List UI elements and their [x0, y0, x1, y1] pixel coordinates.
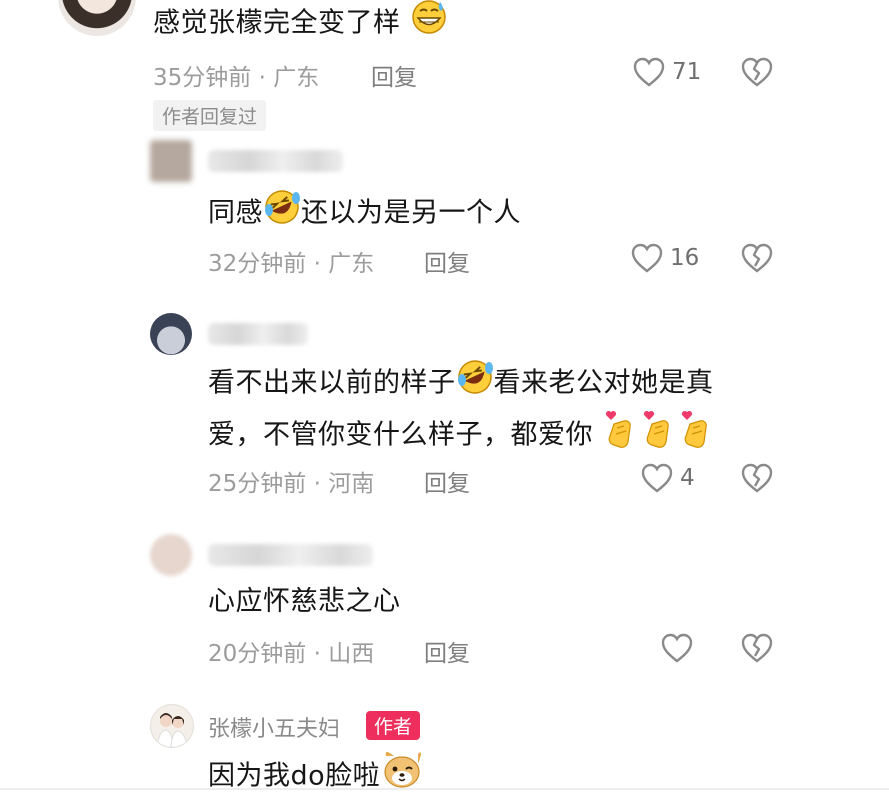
username-blurred[interactable] — [208, 323, 308, 345]
rofl-emoji — [263, 188, 301, 240]
commenter-avatar[interactable] — [150, 140, 192, 182]
username-blurred[interactable] — [208, 150, 343, 172]
heart-icon — [631, 243, 663, 273]
commenter-avatar[interactable] — [150, 313, 192, 355]
comment-text-line2: 爱，不管你变什么样子，都爱你 — [208, 408, 716, 464]
reply-button[interactable]: 回复 — [424, 634, 470, 668]
dog-emoji — [380, 750, 424, 804]
broken-heart-icon[interactable] — [740, 242, 774, 274]
finger-heart-emoji — [602, 408, 640, 464]
heart-icon — [641, 463, 673, 493]
comment-time-location: 35分钟前 · 广东 — [153, 65, 320, 91]
comment-time-location: 32分钟前 · 广东 — [208, 251, 375, 277]
comment-time-location: 20分钟前 · 山西 — [208, 641, 375, 667]
sweat-grin-emoji — [410, 0, 448, 50]
comment-text: 看不出来以前的样子 看来老公对她是真 — [208, 358, 714, 410]
like-button[interactable]: 16 — [630, 242, 699, 274]
comment-time-location: 25分钟前 · 河南 — [208, 471, 375, 497]
like-button[interactable]: 4 — [640, 462, 695, 494]
like-button[interactable] — [660, 632, 700, 664]
author-avatar[interactable] — [150, 704, 194, 748]
like-count: 4 — [680, 465, 695, 491]
broken-heart-icon[interactable] — [740, 632, 774, 664]
commenter-avatar[interactable] — [58, 0, 136, 36]
reply-button[interactable]: 回复 — [371, 58, 417, 92]
comment-text: 同感 还以为是另一个人 — [208, 188, 521, 240]
finger-heart-emoji — [678, 408, 716, 464]
comment-text: 因为我do脸啦 — [208, 750, 424, 804]
comment-text: 心应怀慈悲之心 — [208, 586, 401, 617]
heart-icon — [661, 633, 693, 663]
like-count: 16 — [670, 245, 700, 271]
comment-text: 感觉张檬完全变了样 — [153, 0, 448, 50]
couple-avatar-icon — [156, 713, 188, 747]
reply-button[interactable]: 回复 — [424, 464, 470, 498]
commenter-avatar[interactable] — [150, 534, 192, 576]
divider — [0, 788, 889, 790]
author-badge: 作者 — [366, 711, 421, 740]
username-blurred[interactable] — [208, 544, 373, 566]
author-username[interactable]: 张檬小五夫妇 — [208, 711, 340, 743]
broken-heart-icon[interactable] — [740, 462, 774, 494]
like-count: 71 — [672, 59, 702, 85]
like-button[interactable]: 71 — [632, 56, 701, 88]
broken-heart-icon[interactable] — [740, 56, 774, 88]
reply-button[interactable]: 回复 — [424, 244, 470, 278]
rofl-emoji — [456, 358, 494, 410]
heart-icon — [633, 57, 665, 87]
author-replied-tag: 作者回复过 — [153, 100, 267, 131]
finger-heart-emoji — [640, 408, 678, 464]
